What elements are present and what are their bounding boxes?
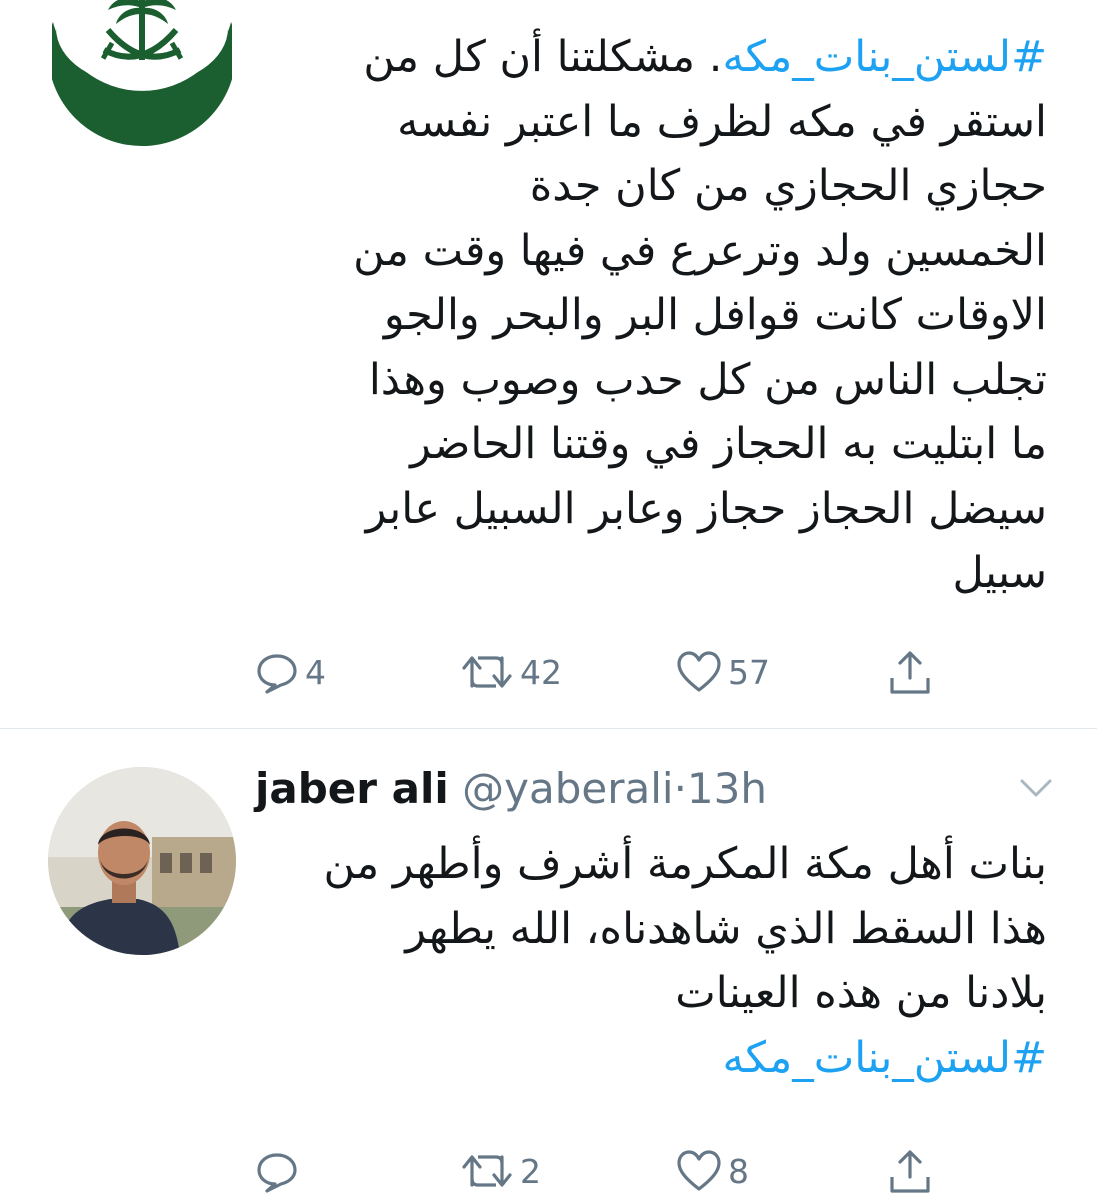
- display-name[interactable]: jaber ali: [255, 764, 449, 813]
- tweet-line: سيضل الحجاز حجاز وعابر السبيل عابر: [365, 483, 1047, 534]
- tweet-line: استقر في مكه لظرف ما اعتبر نفسه: [397, 96, 1047, 147]
- reply-button[interactable]: 4: [255, 642, 326, 702]
- profile-photo: [48, 767, 236, 955]
- hashtag-link[interactable]: #لستن_بنات_مكه: [722, 32, 1047, 82]
- tweet-line: #لستن_بنات_مكه. مشكلتنا أن كل من: [257, 25, 1047, 90]
- retweet-button[interactable]: 2: [460, 1141, 541, 1201]
- retweet-icon: [460, 650, 514, 694]
- tweet-line: حجازي الحجازي من كان جدة: [529, 161, 1047, 211]
- retweet-icon: [460, 1149, 514, 1193]
- tweet-text: #لستن_بنات_مكه. مشكلتنا أن كل من استقر ف…: [257, 25, 1047, 606]
- separator-dot: ·: [673, 764, 687, 813]
- tweet-line: بلادنا من هذه العينات: [675, 968, 1047, 1018]
- tweet-text: بنات أهل مكة المكرمة أشرف وأطهر من هذا ا…: [257, 832, 1047, 1090]
- hashtag-link[interactable]: #لستن_بنات_مكه: [257, 1026, 1047, 1091]
- tweet-menu-button[interactable]: [1016, 773, 1056, 803]
- tweet-header: jaber ali @yaberali·13h: [255, 759, 767, 819]
- heart-icon: [676, 650, 722, 694]
- like-button[interactable]: 8: [676, 1141, 749, 1201]
- retweet-count: 2: [520, 1151, 541, 1191]
- tweet-actions: 2 8: [0, 1141, 1097, 1201]
- share-button[interactable]: [886, 642, 934, 702]
- tweet-line: هذا السقط الذي شاهدناه، الله يطهر: [405, 903, 1047, 954]
- tweet[interactable]: #لستن_بنات_مكه. مشكلتنا أن كل من استقر ف…: [0, 0, 1097, 729]
- tweet-line: تجلب الناس من كل حدب وصوب وهذا: [368, 354, 1047, 405]
- timestamp[interactable]: 13h: [687, 764, 767, 813]
- emblem-icon: [48, 0, 236, 146]
- share-icon: [886, 1147, 934, 1195]
- tweet-line-text: . مشكلتنا أن كل من: [363, 32, 723, 82]
- like-count: 57: [728, 652, 770, 692]
- tweet-line: بنات أهل مكة المكرمة أشرف وأطهر من: [323, 839, 1047, 889]
- retweet-button[interactable]: 42: [460, 642, 562, 702]
- tweet-line: الخمسين ولد وترعرع في فيها وقت من: [353, 225, 1047, 276]
- avatar[interactable]: [48, 0, 236, 146]
- share-button[interactable]: [886, 1141, 934, 1201]
- chevron-down-icon: [1016, 779, 1056, 807]
- tweet-actions: 4 42 57: [0, 642, 1097, 702]
- reply-icon: [255, 650, 299, 694]
- reply-button[interactable]: [255, 1141, 305, 1201]
- heart-icon: [676, 1149, 722, 1193]
- retweet-count: 42: [520, 652, 562, 692]
- avatar[interactable]: [48, 767, 236, 955]
- share-icon: [886, 648, 934, 696]
- tweet[interactable]: jaber ali @yaberali·13h بنات أهل مكة الم…: [0, 729, 1097, 1200]
- reply-count: 4: [305, 652, 326, 692]
- username[interactable]: @yaberali: [462, 764, 673, 813]
- like-button[interactable]: 57: [676, 642, 770, 702]
- tweet-line: ما ابتليت به الحجاز في وقتنا الحاضر: [410, 419, 1047, 469]
- tweet-line: الاوقات كانت قوافل البر والبحر والجو: [383, 290, 1047, 340]
- tweet-line: سبيل: [952, 548, 1047, 598]
- like-count: 8: [728, 1151, 749, 1191]
- reply-icon: [255, 1149, 299, 1193]
